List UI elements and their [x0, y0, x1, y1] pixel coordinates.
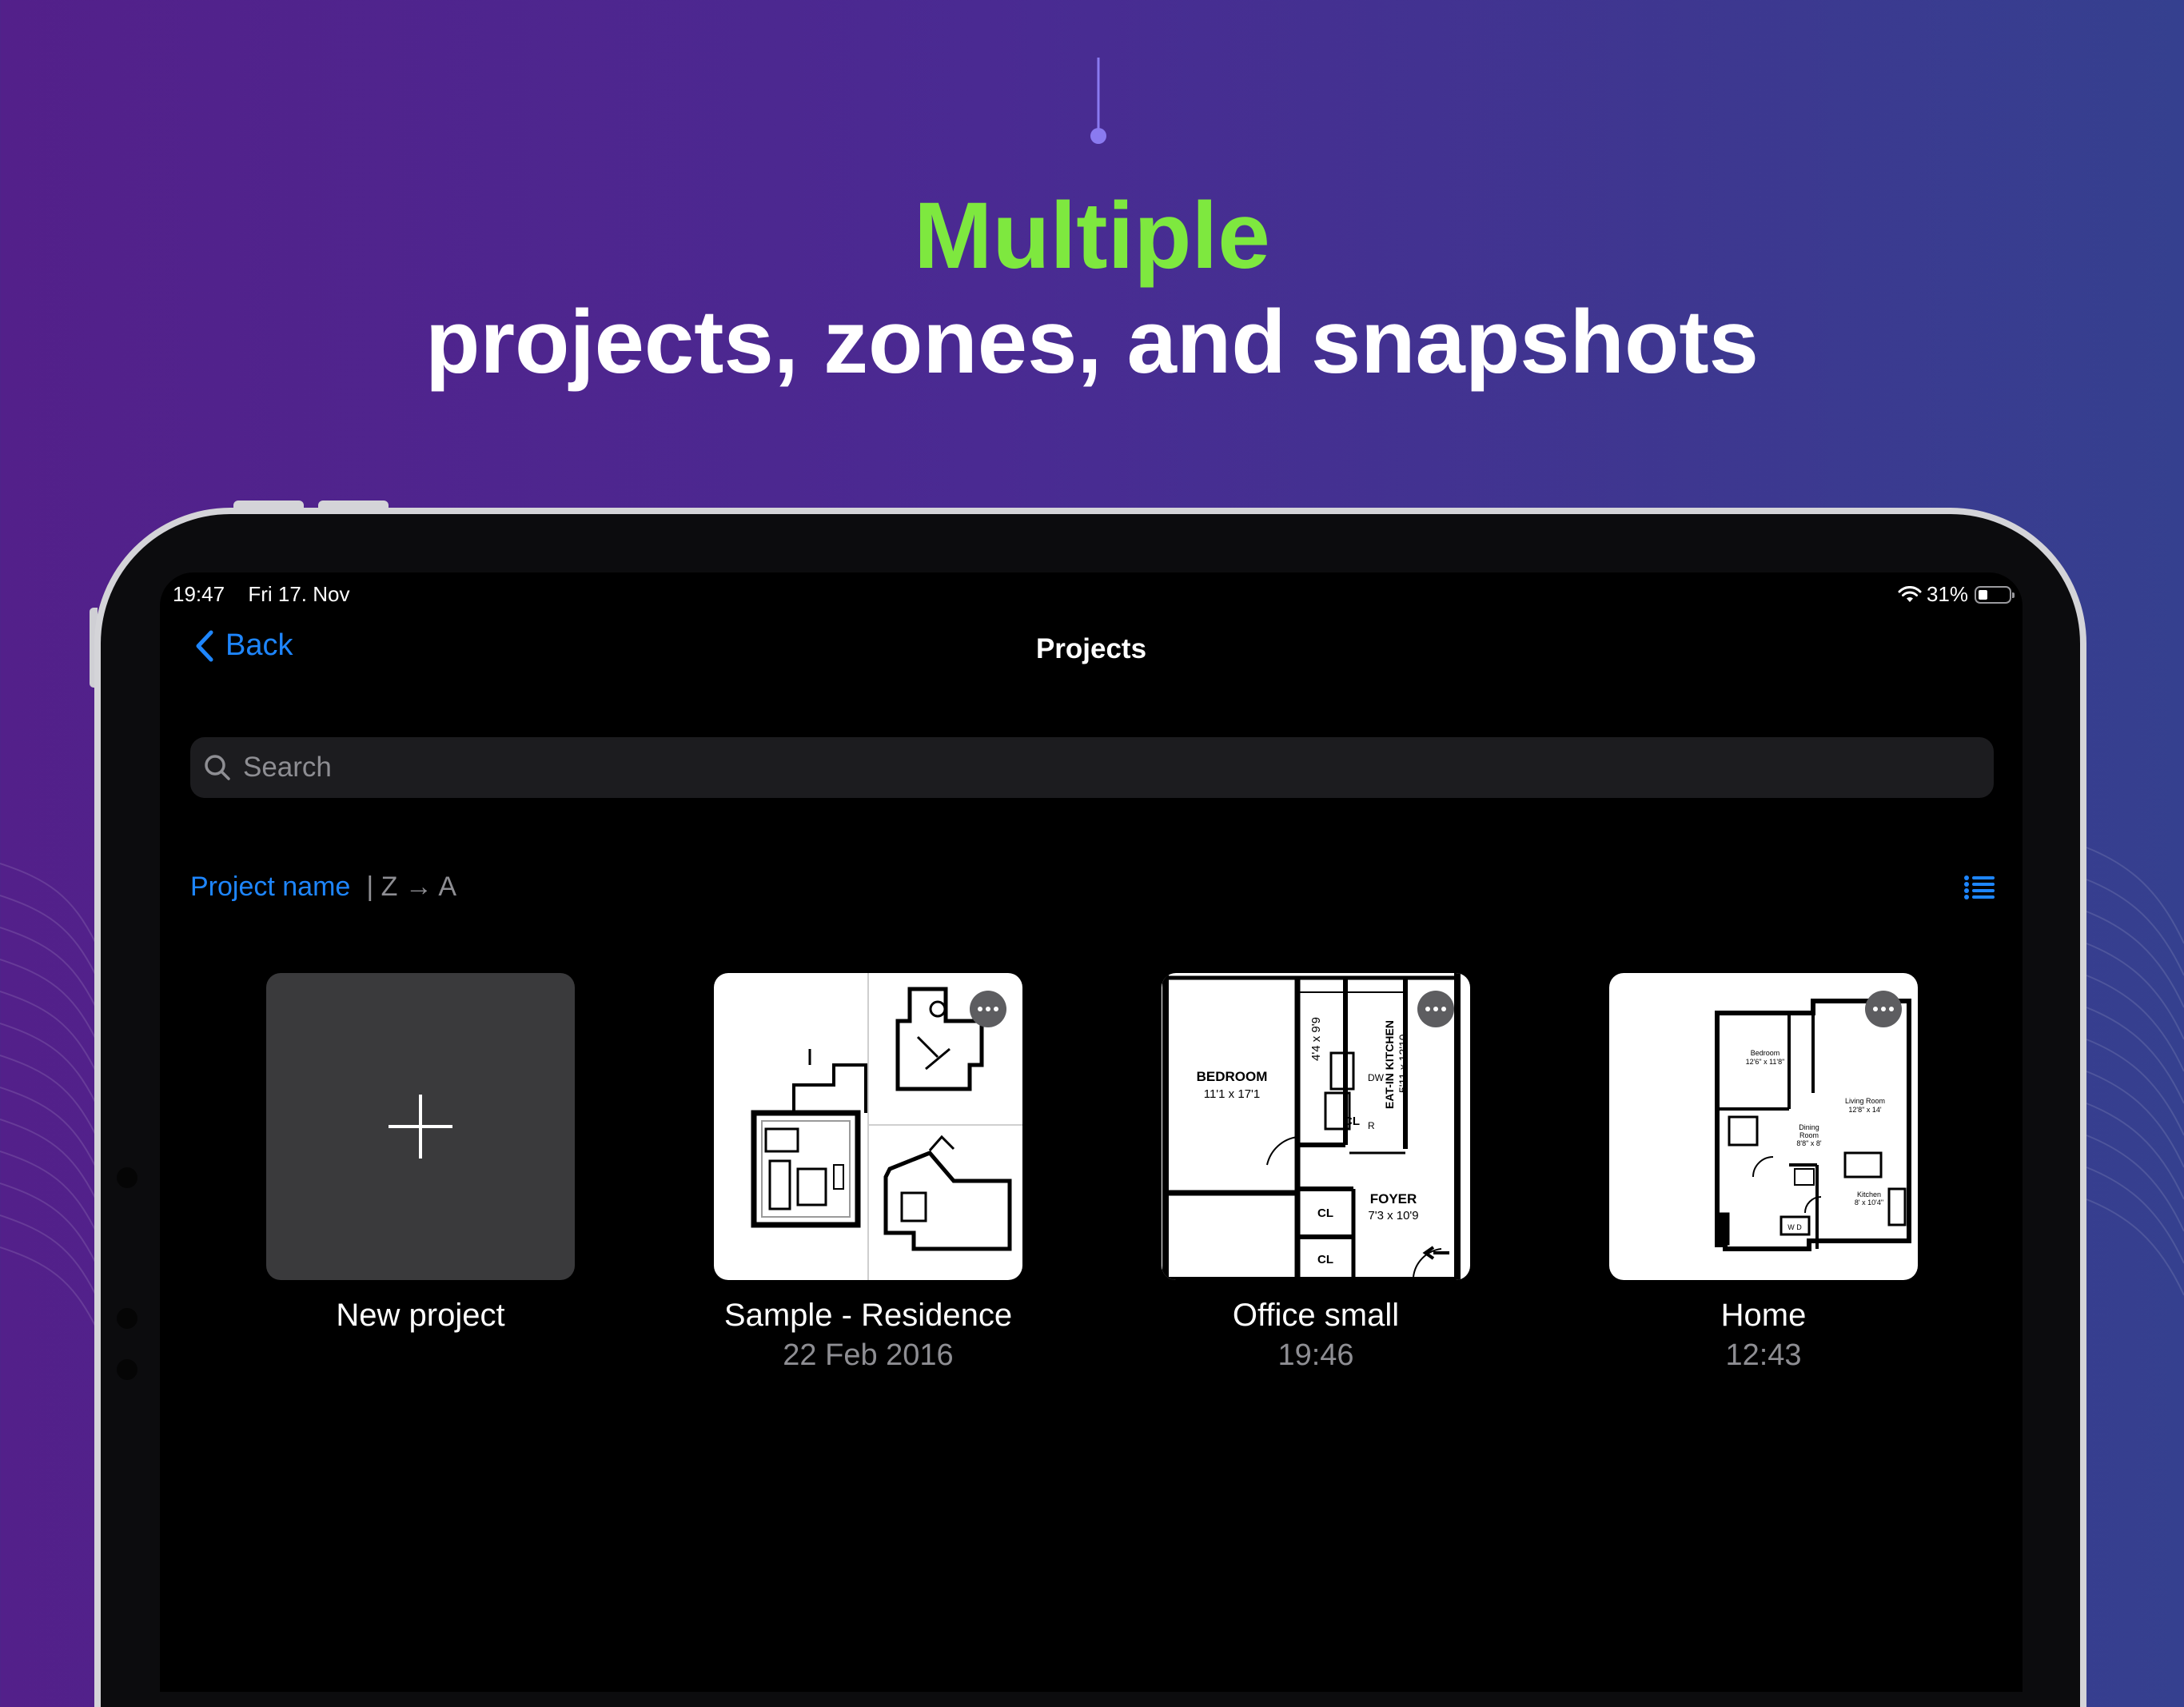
plan-label: Living Room [1845, 1097, 1885, 1105]
floorplan-thumbnail[interactable] [714, 973, 1022, 1280]
search-icon [205, 755, 230, 780]
plan-label: Kitchen [1857, 1191, 1881, 1198]
project-card[interactable]: Sample - Residence 22 Feb 2016 [714, 973, 1022, 1373]
battery-percent: 31% [1926, 582, 1968, 606]
project-card[interactable]: Bedroom 12'6" x 11'8" Living Room 12'8" … [1609, 973, 1918, 1373]
plan-label: CL [1317, 1206, 1333, 1220]
app-screen: 19:47 Fri 17. Nov 31% Back Projects Proj… [160, 572, 2023, 1692]
pin-decoration-icon [1090, 58, 1106, 144]
sort-key[interactable]: Project name [190, 871, 350, 903]
sort-control[interactable]: Project name | Z → A [190, 871, 456, 903]
headline-highlight: Multiple [914, 183, 1270, 289]
new-project-tile[interactable] [266, 973, 575, 1280]
headline-subtitle: projects, zones, and snapshots [425, 292, 1759, 392]
plan-label: 4'4 x 9'9 [1309, 1017, 1323, 1061]
status-time: 19:47 [173, 582, 225, 606]
sort-order[interactable]: | Z → A [366, 871, 456, 903]
plan-label: Bedroom [1751, 1049, 1780, 1057]
project-date: 22 Feb 2016 [783, 1338, 954, 1372]
search-input[interactable] [241, 751, 1923, 784]
battery-fill [1979, 589, 1987, 600]
floorplan-thumbnail[interactable]: BEDROOM 11'1 x 17'1 4'4 x 9'9 EAT-IN KIT… [1162, 973, 1470, 1280]
more-options-button[interactable] [970, 991, 1006, 1027]
project-date: 12:43 [1725, 1338, 1802, 1372]
headline: Multiple projects, zones, and snapshots [0, 184, 2184, 396]
plan-label: 12'6" x 11'8" [1746, 1058, 1785, 1066]
camera-dot-icon [117, 1308, 137, 1329]
project-card-new[interactable]: New project [266, 973, 575, 1334]
plan-label: 7'3 x 10'9 [1368, 1209, 1418, 1222]
plan-label: 5'11 x 12'10 [1397, 1034, 1409, 1093]
plan-label: FOYER [1370, 1191, 1417, 1206]
project-card[interactable]: BEDROOM 11'1 x 17'1 4'4 x 9'9 EAT-IN KIT… [1162, 973, 1470, 1373]
wifi-icon [1898, 585, 1922, 602]
plan-label: EAT-IN KITCHEN [1383, 1020, 1396, 1109]
status-bar-right: 31% [1898, 582, 2015, 607]
plus-icon [389, 1095, 452, 1159]
project-name: New project [336, 1298, 505, 1333]
battery-icon [1975, 585, 2015, 604]
project-name: Home [1720, 1298, 1807, 1333]
plan-label: W D [1787, 1223, 1802, 1231]
search-bar[interactable] [190, 737, 1994, 798]
camera-dot-icon [117, 1359, 137, 1380]
project-name: Sample - Residence [723, 1298, 1013, 1333]
plan-label: DW [1368, 1072, 1385, 1083]
plan-label: BEDROOM [1197, 1069, 1268, 1084]
status-date: Fri 17. Nov [248, 582, 350, 606]
plan-label: 12'8" x 14' [1848, 1106, 1881, 1114]
more-options-button[interactable] [1865, 991, 1902, 1027]
plan-label: R [1368, 1120, 1375, 1131]
plan-label: 8'8" x 8' [1796, 1139, 1821, 1147]
plan-label: 8' x 10'4" [1855, 1198, 1883, 1206]
plan-label: CL [1317, 1253, 1333, 1266]
more-options-button[interactable] [1417, 991, 1454, 1027]
floorplan-thumbnail[interactable]: Bedroom 12'6" x 11'8" Living Room 12'8" … [1609, 973, 1918, 1280]
page-title: Projects [1035, 633, 1147, 664]
project-name: Office small [1232, 1298, 1400, 1333]
camera-dot-icon [117, 1167, 137, 1188]
plan-label: Dining [1799, 1123, 1819, 1131]
project-date: 19:46 [1277, 1338, 1354, 1372]
plan-label: CL [1344, 1115, 1360, 1128]
plan-label: Room [1799, 1131, 1819, 1139]
status-bar-left: 19:47 Fri 17. Nov [173, 582, 367, 607]
plan-label: 11'1 x 17'1 [1204, 1087, 1261, 1101]
list-view-icon[interactable] [1963, 875, 1995, 900]
